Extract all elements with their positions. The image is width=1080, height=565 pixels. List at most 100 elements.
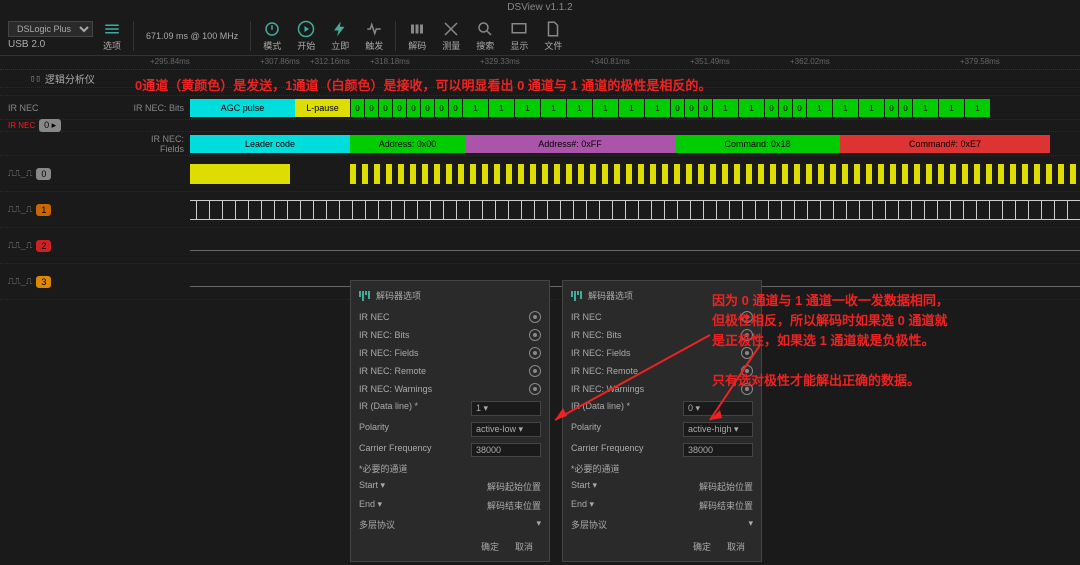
bit-segment: 1 bbox=[514, 99, 540, 117]
time-tick: 351.49ms bbox=[690, 57, 730, 66]
bit-segment: 0 bbox=[670, 99, 684, 117]
search-button[interactable]: 搜索 bbox=[470, 20, 500, 52]
bit-segment: 1 bbox=[618, 99, 644, 117]
decoder-item-row[interactable]: IR NEC: Remote bbox=[359, 362, 541, 380]
visibility-toggle-icon[interactable] bbox=[529, 311, 541, 323]
bit-segment: 0 bbox=[434, 99, 448, 117]
decoder-item-row[interactable]: IR NEC bbox=[359, 308, 541, 326]
bit-segment: 1 bbox=[644, 99, 670, 117]
decoder-options-dialog-1: 解码器选项 IR NECIR NEC: BitsIR NEC: FieldsIR… bbox=[350, 280, 550, 562]
channel-2-label[interactable]: ⎍⎍_⎍ 2 bbox=[0, 240, 130, 252]
bit-segment: 0 bbox=[684, 99, 698, 117]
channel-1-waveform bbox=[190, 192, 1080, 227]
ir-decoder-label: IR NEC bbox=[0, 103, 130, 113]
annotation-right-1: 因为 0 通道与 1 通道一收一发数据相同， bbox=[712, 290, 949, 309]
annotation-right-4: 只有选对极性才能解出正确的数据。 bbox=[712, 370, 920, 389]
decoder-item-row[interactable]: IR NEC: Bits bbox=[359, 326, 541, 344]
bit-segment: 1 bbox=[738, 99, 764, 117]
command-n-segment: Command#: 0xE7 bbox=[840, 135, 1050, 153]
channel-0-label[interactable]: ⎍⎍_⎍ 0 bbox=[0, 168, 130, 180]
bit-segment: 1 bbox=[832, 99, 858, 117]
cancel-button-2[interactable]: 取消 bbox=[719, 540, 753, 554]
visibility-toggle-icon[interactable] bbox=[529, 329, 541, 341]
decoder-item-row[interactable]: IR NEC: Fields bbox=[359, 344, 541, 362]
bit-segment: 0 bbox=[378, 99, 392, 117]
bit-segment: 0 bbox=[350, 99, 364, 117]
channel-2-waveform bbox=[190, 228, 1080, 263]
bit-segment: 1 bbox=[592, 99, 618, 117]
bit-segment: 0 bbox=[884, 99, 898, 117]
visibility-toggle-icon[interactable] bbox=[529, 365, 541, 377]
analyzer-label: ▯▯逻辑分析仪 bbox=[0, 71, 95, 86]
bit-segment: 1 bbox=[566, 99, 592, 117]
channel-1-label[interactable]: ⎍⎍_⎍ 1 bbox=[0, 204, 130, 216]
lpause-segment: L-pause bbox=[295, 99, 350, 117]
display-button[interactable]: 显示 bbox=[504, 20, 534, 52]
bit-segment: 0 bbox=[698, 99, 712, 117]
bit-segment: 0 bbox=[420, 99, 434, 117]
timeline-ruler: 295.84ms 307.86ms 312.16ms 318.18ms 329.33ms… bbox=[0, 56, 1080, 70]
annotation-right-2: 但极性相反，所以解码时如果选 0 通道就 bbox=[712, 310, 947, 329]
options-button[interactable]: 选项 bbox=[97, 20, 127, 52]
dataline-select-1[interactable]: 1 ▾ bbox=[471, 401, 541, 416]
decode-button[interactable]: 解码 bbox=[402, 20, 432, 52]
file-button[interactable]: 文件 bbox=[538, 20, 568, 52]
sample-info: 671.09 ms @ 100 MHz bbox=[140, 31, 244, 41]
agc-segment: AGC pulse bbox=[190, 99, 295, 117]
mode-button[interactable]: 模式 bbox=[257, 20, 287, 52]
carrier-input-2[interactable]: 38000 bbox=[683, 443, 753, 457]
bit-segment: 0 bbox=[406, 99, 420, 117]
trigger-button[interactable]: 触发 bbox=[359, 20, 389, 52]
ir-nec-sidebar: IR NEC 0 ▸ bbox=[0, 119, 130, 132]
bit-segment: 0 bbox=[764, 99, 778, 117]
bit-segment: 1 bbox=[806, 99, 832, 117]
bit-segment: 0 bbox=[898, 99, 912, 117]
bit-segment: 1 bbox=[938, 99, 964, 117]
leader-segment: Leader code bbox=[190, 135, 350, 153]
bit-segment: 1 bbox=[540, 99, 566, 117]
bit-segment: 0 bbox=[364, 99, 378, 117]
annotation-top: 0通道（黄颜色）是发送，1通道（白颜色）是接收，可以明显看出 0 通道与 1 通… bbox=[135, 75, 955, 94]
bit-segment: 0 bbox=[792, 99, 806, 117]
address-n-segment: Address#: 0xFF bbox=[465, 135, 675, 153]
visibility-toggle-icon[interactable] bbox=[529, 347, 541, 359]
time-tick: 312.16ms bbox=[310, 57, 350, 66]
bit-segment: 0 bbox=[448, 99, 462, 117]
command-segment: Command: 0x18 bbox=[675, 135, 840, 153]
toolbar: DSLogic Plus USB 2.0 选项 671.09 ms @ 100 … bbox=[0, 16, 1080, 56]
device-select[interactable]: DSLogic Plus bbox=[8, 21, 93, 37]
ok-button-2[interactable]: 确定 bbox=[685, 540, 719, 554]
cancel-button-1[interactable]: 取消 bbox=[507, 540, 541, 554]
channel-3-label[interactable]: ⎍⎍_⎍ 3 bbox=[0, 276, 130, 288]
bit-segment: 1 bbox=[462, 99, 488, 117]
bit-segment: 1 bbox=[712, 99, 738, 117]
bit-segment: 1 bbox=[488, 99, 514, 117]
bit-segment: 1 bbox=[964, 99, 990, 117]
time-tick: 362.02ms bbox=[790, 57, 830, 66]
annotation-right-3: 是正极性，如果选 1 通道就是负极性。 bbox=[712, 330, 934, 349]
measure-button[interactable]: 测量 bbox=[436, 20, 466, 52]
title-bar: DSView v1.1.2 bbox=[0, 0, 1080, 16]
channel-0-waveform bbox=[190, 156, 1080, 191]
instant-button[interactable]: 立即 bbox=[325, 20, 355, 52]
arrow-annotation bbox=[545, 330, 715, 430]
time-tick: 295.84ms bbox=[150, 57, 190, 66]
bit-segment: 1 bbox=[912, 99, 938, 117]
start-button[interactable]: 开始 bbox=[291, 20, 321, 52]
time-tick: 307.86ms bbox=[260, 57, 300, 66]
bit-segment: 1 bbox=[858, 99, 884, 117]
time-tick: 340.81ms bbox=[590, 57, 630, 66]
carrier-input-1[interactable]: 38000 bbox=[471, 443, 541, 457]
time-tick: 329.33ms bbox=[480, 57, 520, 66]
fields-track: Leader code Address: 0x00 Address#: 0xFF… bbox=[190, 132, 1080, 155]
time-tick: 318.18ms bbox=[370, 57, 410, 66]
visibility-toggle-icon[interactable] bbox=[529, 383, 541, 395]
address-segment: Address: 0x00 bbox=[350, 135, 465, 153]
bit-segment: 0 bbox=[392, 99, 406, 117]
decoder-item-row[interactable]: IR NEC: Warnings bbox=[359, 380, 541, 398]
bits-track: AGC pulse L-pause 0000000011111111000110… bbox=[190, 96, 1080, 119]
polarity-select-1[interactable]: active-low ▾ bbox=[471, 422, 541, 437]
bit-segment: 0 bbox=[778, 99, 792, 117]
ok-button-1[interactable]: 确定 bbox=[473, 540, 507, 554]
usb-label: USB 2.0 bbox=[8, 39, 93, 50]
